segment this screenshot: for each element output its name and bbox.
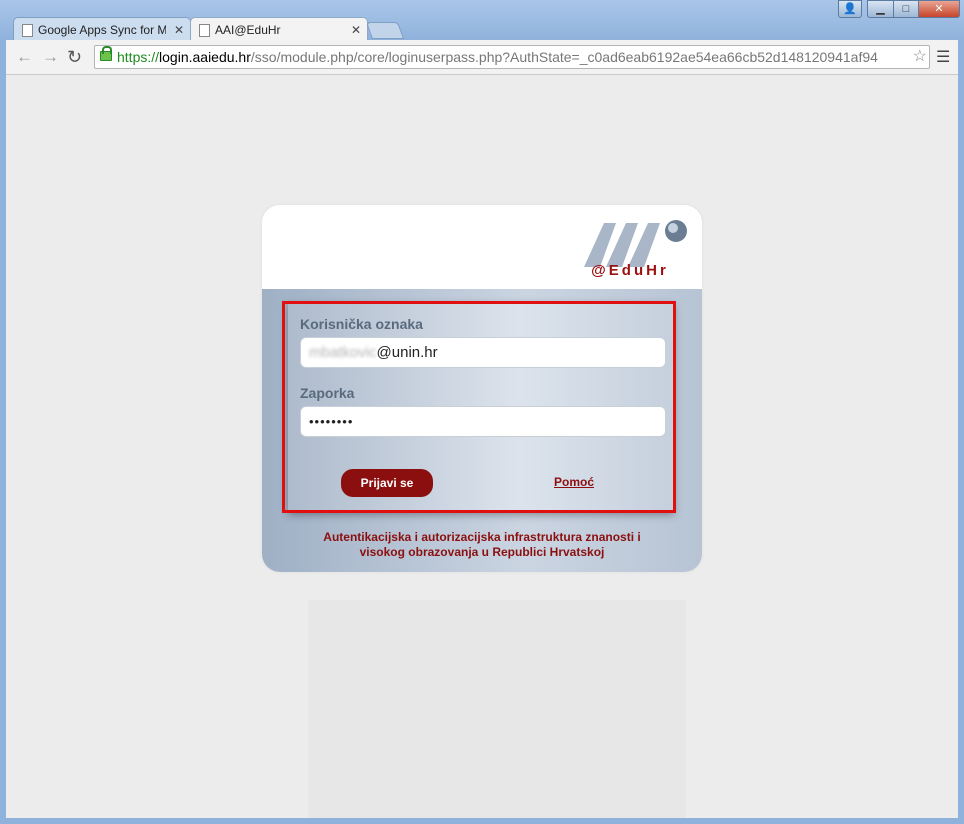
username-blurred: mbatkovic (309, 344, 377, 361)
url-host: login.aaiedu.hr (159, 49, 251, 65)
title-bar: Google Apps Sync for Mic ✕ AAI@EduHr ✕ 👤… (0, 0, 964, 41)
footer-text: Autentikacijska i autorizacijska infrast… (292, 530, 672, 560)
url-scheme: https:// (117, 49, 160, 65)
username-field[interactable]: mbatkovic@unin.hr (300, 337, 666, 368)
password-field[interactable]: •••••••• (300, 406, 666, 437)
user-icon[interactable]: 👤 (838, 0, 862, 18)
login-card: @EduHr Korisnička oznaka mbatkovic@unin.… (262, 205, 702, 572)
minimize-button[interactable]: ▁ (867, 0, 894, 18)
footer-line-1: Autentikacijska i autorizacijska infrast… (323, 530, 641, 544)
browser-toolbar: ← → ↻ https://login.aaiedu.hr/sso/module… (6, 40, 958, 75)
forward-arrow-icon[interactable]: → (42, 47, 59, 67)
tab-label: Google Apps Sync for Mic (38, 23, 166, 37)
page-icon (199, 24, 210, 37)
bookmark-star-icon[interactable]: ☆ (913, 46, 927, 68)
menu-icon[interactable]: ☰ (936, 47, 950, 67)
password-label: Zaporka (300, 385, 355, 401)
close-icon[interactable]: ✕ (174, 18, 184, 41)
lock-icon (100, 46, 112, 61)
tab-label: AAI@EduHr (215, 23, 281, 37)
card-body: Korisnička oznaka mbatkovic@unin.hr Zapo… (262, 289, 702, 572)
username-label: Korisnička oznaka (300, 316, 423, 332)
footer-line-2: visokog obrazovanja u Republici Hrvatsko… (359, 545, 605, 559)
maximize-button[interactable]: □ (893, 0, 919, 18)
url-text: https://login.aaiedu.hr/sso/module.php/c… (117, 46, 878, 68)
username-domain: @unin.hr (376, 344, 438, 361)
background-shadow (308, 600, 686, 818)
address-bar[interactable]: https://login.aaiedu.hr/sso/module.php/c… (94, 45, 930, 69)
tab-google-apps-sync[interactable]: Google Apps Sync for Mic ✕ (13, 17, 191, 41)
logo-text: @EduHr (591, 262, 669, 279)
login-button[interactable]: Prijavi se (341, 469, 433, 497)
reload-icon[interactable]: ↻ (67, 47, 82, 67)
help-link[interactable]: Pomoć (554, 475, 594, 489)
browser-window: Google Apps Sync for Mic ✕ AAI@EduHr ✕ 👤… (0, 0, 964, 824)
card-header: @EduHr (262, 205, 702, 289)
page-content: @EduHr Korisnička oznaka mbatkovic@unin.… (6, 75, 958, 818)
url-path: /sso/module.php/core/loginuserpass.php?A… (250, 49, 878, 65)
close-icon[interactable]: ✕ (351, 18, 361, 41)
tab-aai-eduhr[interactable]: AAI@EduHr ✕ (190, 17, 368, 41)
back-arrow-icon[interactable]: ← (16, 47, 33, 67)
new-tab-button[interactable] (365, 22, 405, 39)
close-window-button[interactable]: ✕ (918, 0, 960, 18)
page-icon (22, 24, 33, 37)
